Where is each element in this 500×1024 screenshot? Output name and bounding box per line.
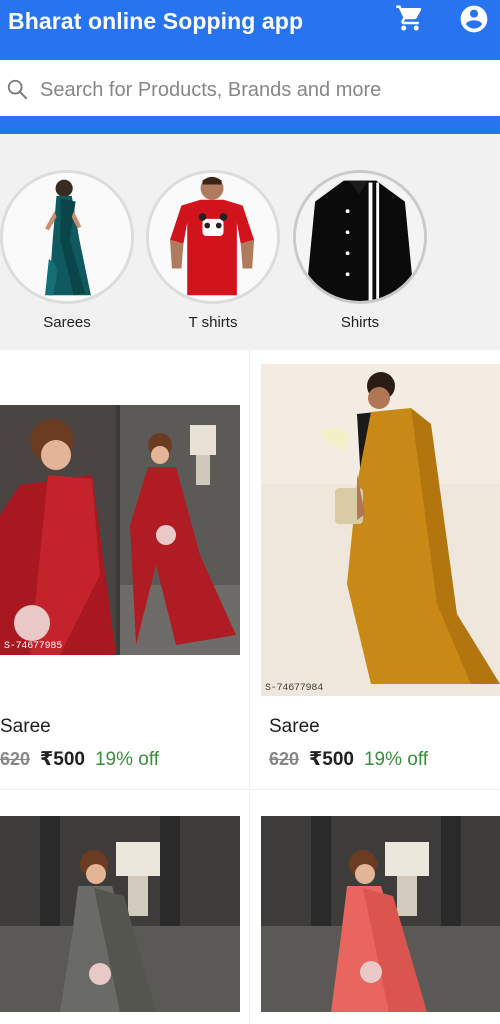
product-card[interactable] [0,791,250,1024]
account-circle-icon [460,5,488,33]
category-shirts[interactable]: Shirts [293,170,427,340]
original-price: 620 [0,749,31,769]
product-image [0,816,240,1012]
app-title: Bharat online Sopping app [8,8,304,34]
search-bar [0,60,500,118]
category-tshirts[interactable]: T shirts [146,170,280,340]
sale-price: ₹500 [40,749,85,770]
product-code-stamp: S-74677984 [265,683,324,694]
category-label: Sarees [43,314,91,331]
discount-badge: 19% off [363,749,429,770]
product-card[interactable] [250,791,500,1024]
product-image: S-74677984 [261,364,500,696]
search-input[interactable] [40,74,492,106]
product-card[interactable]: S-74677984 Saree 620 ₹500 19% off [250,350,500,790]
sale-price: ₹500 [309,749,354,770]
original-price: 620 [269,749,300,769]
account-button[interactable] [456,2,492,36]
price-row: 620 ₹500 19% off [269,748,428,771]
price-row: 620 ₹500 19% off [0,748,159,771]
category-image-sarees [0,170,134,304]
header-divider-strip [0,116,500,134]
search-icon [7,79,28,100]
discount-badge: 19% off [94,749,160,770]
product-image: S-74677985 [0,405,240,655]
category-label: T shirts [188,314,238,331]
shopping-cart-icon [396,5,422,31]
category-label: Shirts [340,314,380,331]
category-strip: Sarees T shirts Shirts [0,134,500,350]
category-sarees[interactable]: Sarees [0,170,134,340]
product-code-stamp: S-74677985 [4,641,63,652]
app-bar: Bharat online Sopping app [0,0,500,60]
product-name: Saree [0,716,51,737]
category-image-tshirts [146,170,280,304]
cart-button[interactable] [392,2,428,34]
product-image [261,816,500,1012]
product-name: Saree [269,716,320,737]
category-image-shirts [293,170,427,304]
product-card[interactable]: S-74677985 Saree 620 ₹500 19% off [0,350,250,790]
